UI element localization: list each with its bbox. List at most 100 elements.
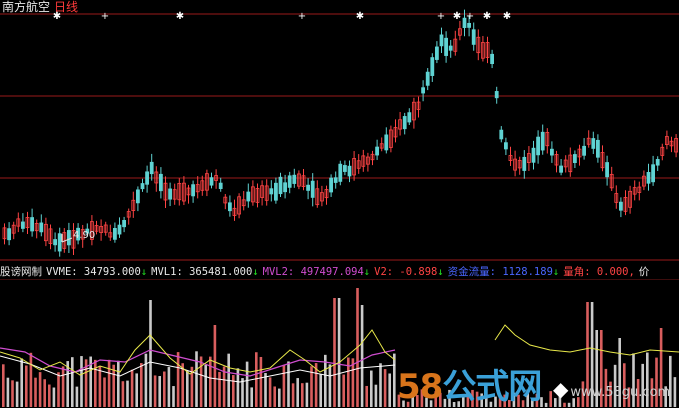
volume-bar (333, 298, 336, 407)
volume-bar (117, 360, 120, 407)
volume-bar (2, 364, 5, 407)
candle-body (329, 177, 334, 193)
candle-body (149, 161, 154, 175)
candle-body (122, 220, 126, 228)
volume-bar (347, 357, 350, 407)
volume-bar (213, 325, 217, 407)
volume-bar (94, 359, 97, 407)
candle-body (655, 159, 660, 166)
volume-bar (273, 386, 276, 407)
volume-bar (43, 379, 46, 407)
volume-bar (38, 372, 42, 407)
star-marker: ✱ (356, 11, 364, 22)
volume-bar (52, 387, 56, 407)
volume-bar (204, 364, 207, 407)
indicator-value-6: 价 (638, 266, 650, 278)
candle-body (375, 146, 380, 156)
candle-body (503, 142, 508, 150)
candle-body (342, 165, 347, 172)
candle-body (490, 53, 495, 65)
volume-bar (153, 375, 157, 407)
candle-body (283, 182, 288, 193)
volume-bar (112, 364, 115, 407)
volume-bar (250, 387, 253, 407)
volume-bar (34, 377, 37, 407)
candle-body (540, 131, 545, 151)
volume-bar (29, 352, 33, 407)
candle-body (448, 45, 453, 51)
volume-bar (291, 383, 295, 407)
price-candlestick-chart[interactable]: ✱ + ✱ + ✱ + ✱ + ✱ ✱ 4.90 (0, 0, 679, 262)
volume-bar (140, 363, 143, 407)
candle-body (402, 116, 407, 130)
candle-body (273, 182, 278, 201)
candle-body (67, 230, 71, 246)
candle-body (57, 233, 62, 252)
indicator-arrow-3: ↓ (437, 266, 444, 278)
volume-bar (268, 377, 272, 407)
volume-bar (6, 377, 10, 407)
volume-bar (370, 370, 373, 407)
candle-body (269, 188, 274, 195)
volume-bar (121, 381, 125, 407)
volume-bar (209, 356, 212, 407)
volume-bar (296, 378, 299, 407)
candle-body (333, 177, 338, 183)
candle-body (536, 136, 540, 156)
volume-bar (11, 380, 14, 407)
volume-bar (80, 356, 83, 407)
star-marker: ✱ (176, 11, 184, 22)
volume-bar (388, 373, 391, 407)
volume-bar (255, 352, 258, 407)
indicator-arrow-0: ↓ (140, 266, 148, 278)
watermark-url: ◆ www.58gu.com (553, 377, 671, 401)
volume-bar (379, 363, 382, 407)
indicator-value-1: MVL1: 365481.000 (151, 266, 253, 278)
candle-body (531, 147, 536, 163)
indicator-arrow-2: ↓ (363, 266, 371, 278)
volume-bar (98, 366, 102, 407)
price-gridlines (0, 13, 679, 261)
volume-bar (232, 375, 235, 407)
volume-bar (282, 364, 286, 407)
volume-bar (75, 386, 79, 407)
volume-bar (135, 373, 138, 407)
candle-body (434, 46, 439, 60)
indicator-value-4: 资金流量: 1128.189 (447, 266, 553, 278)
candle-body (113, 228, 117, 240)
volume-bar (305, 382, 309, 407)
volume-bar (186, 371, 189, 407)
volume-bar (301, 383, 304, 407)
volume-bar (71, 357, 74, 407)
volume-bar (328, 364, 332, 407)
volume-bar (57, 372, 60, 407)
candle-body (278, 176, 283, 195)
candle-body (651, 164, 655, 183)
volume-bar (259, 356, 263, 407)
candle-body (7, 228, 11, 241)
candle-body (494, 91, 499, 99)
volume-bar (25, 365, 28, 407)
candle-body (421, 87, 426, 94)
candle-body (444, 37, 449, 56)
candle-body (145, 171, 150, 185)
candle-body (425, 71, 430, 86)
plus-marker: + (466, 11, 474, 22)
indicator-value-2: MVL2: 497497.094 (262, 266, 364, 278)
candle-body (191, 184, 196, 197)
candle-body (471, 29, 476, 45)
candle-body (292, 174, 297, 184)
candle-body (246, 191, 251, 202)
volume-bar (319, 373, 322, 407)
volume-bar (245, 361, 249, 407)
volume-bar (20, 358, 23, 407)
candle-body (591, 138, 596, 149)
indicator-arrow-4: ↓ (552, 266, 560, 278)
candle-body (573, 154, 577, 164)
indicator-name[interactable]: 股谤网制 (0, 265, 42, 279)
candle-body (306, 184, 311, 191)
plus-marker: + (298, 11, 306, 22)
candle-body (39, 222, 44, 233)
volume-bar (144, 353, 148, 407)
volume-bar (342, 374, 345, 407)
